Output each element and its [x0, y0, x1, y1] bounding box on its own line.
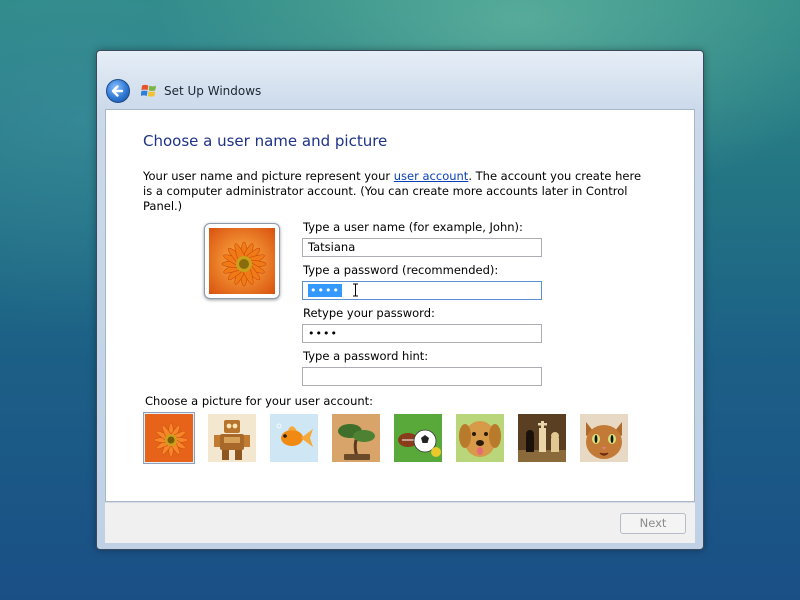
orange-flower-picture — [209, 228, 275, 294]
picture-picker-label: Choose a picture for your user account: — [145, 394, 374, 408]
password-label: Type a password (recommended): — [303, 263, 499, 277]
kitten-icon — [580, 414, 628, 462]
retype-password-label: Retype your password: — [303, 306, 435, 320]
picture-option-orange-flower[interactable] — [143, 412, 195, 464]
footer-bar: Next — [105, 502, 695, 543]
picture-option-goldfish[interactable] — [270, 414, 318, 462]
retype-password-value: •••• — [308, 327, 338, 340]
back-button[interactable] — [106, 79, 130, 103]
intro-text-start: Your user name and picture represent you… — [143, 169, 394, 183]
password-value: •••• — [308, 284, 342, 297]
content-area: Choose a user name and picture Your user… — [105, 109, 695, 502]
chess-icon — [518, 414, 566, 462]
next-button[interactable]: Next — [620, 513, 686, 534]
password-hint-field[interactable] — [302, 367, 542, 386]
title-bar: Set Up Windows — [97, 71, 703, 111]
password-hint-label: Type a password hint: — [303, 349, 429, 363]
setup-window: Set Up Windows Choose a user name and pi… — [96, 50, 704, 550]
goldfish-icon — [270, 414, 318, 462]
picture-option-robot[interactable] — [208, 414, 256, 462]
bonsai-icon — [332, 414, 380, 462]
orange-flower-icon — [145, 414, 193, 462]
sports-balls-icon — [394, 414, 442, 462]
page-heading: Choose a user name and picture — [143, 132, 388, 150]
puppy-icon — [456, 414, 504, 462]
picture-option-puppy[interactable] — [456, 414, 504, 462]
picture-option-kitten[interactable] — [580, 414, 628, 462]
picture-option-bonsai[interactable] — [332, 414, 380, 462]
back-arrow-icon — [111, 85, 124, 97]
picture-option-sports-balls[interactable] — [394, 414, 442, 462]
window-title: Set Up Windows — [164, 84, 262, 98]
robot-icon — [208, 414, 256, 462]
intro-text: Your user name and picture represent you… — [143, 169, 643, 214]
selected-picture-preview — [204, 223, 280, 299]
user-account-link[interactable]: user account — [394, 169, 469, 183]
username-label: Type a user name (for example, John): — [303, 220, 523, 234]
picture-option-chess[interactable] — [518, 414, 566, 462]
username-field[interactable]: Tatsiana — [302, 238, 542, 257]
text-cursor-icon — [353, 283, 358, 297]
password-field[interactable]: •••• — [302, 281, 542, 300]
windows-logo-icon — [141, 84, 156, 97]
retype-password-field[interactable]: •••• — [302, 324, 542, 343]
